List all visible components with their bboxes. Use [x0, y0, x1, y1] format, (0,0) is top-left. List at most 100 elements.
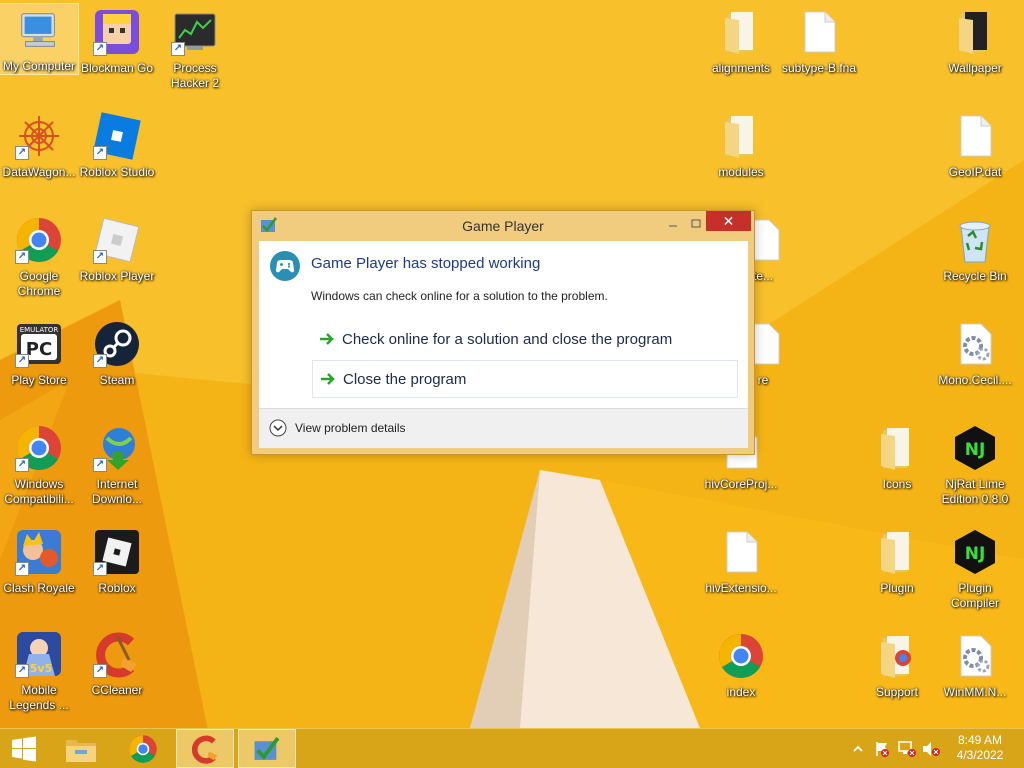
taskbar-file-explorer[interactable] [56, 729, 106, 768]
icon-label: Roblox Studio [79, 165, 155, 179]
desktop-icon-datawagon[interactable]: ↗ DataWagon... [0, 108, 78, 212]
desktop-icon-support-folder[interactable]: Support [858, 628, 936, 732]
shortcut-arrow-icon: ↗ [15, 146, 29, 160]
shortcut-arrow-icon: ↗ [171, 42, 185, 56]
taskbar-chrome[interactable] [118, 729, 168, 768]
icon-label: Roblox [98, 581, 136, 595]
file-icon [804, 11, 836, 53]
clock[interactable]: 8:49 AM 4/3/2022 [940, 733, 1020, 763]
desktop-icon-hivextension[interactable]: hivExtensio... [702, 524, 780, 628]
folder-icon [959, 12, 987, 54]
gamepad-icon [270, 251, 300, 281]
desktop-icon-mobile-legends[interactable]: 5v5 ↗ Mobile Legends ... [0, 626, 78, 730]
desktop-icon-windows-compatibility[interactable]: ↗ Windows Compatibili... [0, 420, 78, 524]
desktop-icon-process-hacker[interactable]: ↗ Process Hacker 2 [156, 4, 234, 108]
desktop-icon-mono-cecil[interactable]: Mono.Cecil.... [936, 316, 1014, 420]
windows-logo-icon [12, 736, 36, 761]
close-program-button[interactable]: Close the program [312, 360, 738, 398]
view-details-toggle[interactable]: View problem details [269, 419, 406, 437]
clock-time: 8:49 AM [957, 733, 1003, 747]
icon-label: WinMM.N... [943, 685, 1007, 699]
maximize-button[interactable] [685, 215, 707, 233]
desktop-icon-steam[interactable]: ↗ Steam [78, 316, 156, 420]
desktop-icon-wallpaper-folder[interactable]: Wallpaper [936, 4, 1014, 108]
desktop-icon-njrat[interactable]: NJ NjRat Lime Edition 0.8.0 [936, 420, 1014, 524]
green-arrow-icon [321, 373, 335, 385]
shortcut-arrow-icon: ↗ [15, 458, 29, 472]
folder-icon [725, 12, 753, 54]
error-heading: Game Player has stopped working [311, 255, 541, 272]
icon-label: Plugin Compiler [950, 581, 999, 610]
icon-label: modules [718, 165, 764, 179]
desktop-icon-plugin-folder[interactable]: Plugin [858, 524, 936, 628]
desktop-icon-google-chrome[interactable]: ↗ Google Chrome [0, 212, 78, 316]
icon-label: Icons [882, 477, 912, 491]
desktop-icon-roblox-studio[interactable]: ↗ Roblox Studio [78, 108, 156, 212]
icon-label: Blockman Go [80, 61, 154, 75]
close-button[interactable]: ✕ [706, 211, 751, 231]
action-center-flag-icon[interactable] [874, 741, 890, 757]
icon-label: Plugin [880, 581, 914, 595]
desktop-icon-subtype-file[interactable]: subtype-B.fna [780, 4, 858, 108]
icon-label: DataWagon... [2, 165, 76, 179]
icon-label: index [726, 685, 756, 699]
icon-label: hivCoreProj... [704, 477, 778, 491]
desktop-icon-icons-folder[interactable]: Icons [858, 420, 936, 524]
shortcut-arrow-icon: ↗ [93, 664, 107, 678]
icon-label: Google Chrome [17, 269, 61, 298]
desktop-icon-index[interactable]: index [702, 628, 780, 732]
taskbar-ccleaner[interactable] [176, 729, 234, 768]
shortcut-arrow-icon: ↗ [93, 146, 107, 160]
minimize-button[interactable] [662, 215, 684, 233]
desktop-icon-clash-royale[interactable]: ↗ Clash Royale [0, 524, 78, 628]
start-button[interactable] [0, 729, 48, 768]
file-icon [960, 115, 992, 157]
desktop-icon-modules-folder[interactable]: modules [702, 108, 780, 212]
chrome-icon [719, 634, 763, 678]
shortcut-arrow-icon: ↗ [15, 562, 29, 576]
dll-file-icon [960, 635, 992, 677]
icon-label: alignments [711, 61, 771, 75]
volume-muted-icon[interactable] [922, 741, 940, 757]
icon-label: Wallpaper [948, 61, 1002, 75]
desktop-icon-ccleaner[interactable]: ↗ CCleaner [78, 626, 156, 730]
icon-label: CCleaner [91, 683, 143, 697]
shortcut-arrow-icon: ↗ [15, 664, 29, 678]
error-subtext: Windows can check online for a solution … [311, 289, 608, 303]
desktop-icon-geoip-file[interactable]: GeoIP.dat [936, 108, 1014, 212]
taskbar-game-player[interactable] [238, 729, 296, 768]
icon-label: Support [875, 685, 919, 699]
njrat-icon: NJ [955, 426, 995, 470]
close-program-label: Close the program [343, 370, 467, 388]
desktop-icon-play-store[interactable]: EMULATOR PC ↗ Play Store [0, 316, 78, 420]
desktop-icon-roblox-player[interactable]: ↗ Roblox Player [78, 212, 156, 316]
desktop-icon-blockman-go[interactable]: ↗ Blockman Go [78, 4, 156, 108]
icon-label: subtype-B.fna [781, 61, 857, 75]
desktop-icon-recycle-bin[interactable]: Recycle Bin [936, 212, 1014, 316]
close-icon: ✕ [722, 212, 735, 229]
check-online-label: Check online for a solution and close th… [342, 330, 673, 348]
clock-date: 4/3/2022 [956, 748, 1004, 762]
dialog-titlebar[interactable]: Game Player ✕ [252, 211, 754, 241]
icon-label: Play Store [11, 373, 67, 387]
chevron-up-icon[interactable] [852, 741, 864, 757]
shortcut-arrow-icon: ↗ [93, 354, 107, 368]
recycle-bin-icon [959, 221, 991, 263]
file-icon [726, 531, 758, 573]
folder-icon [881, 532, 909, 574]
shortcut-arrow-icon: ↗ [15, 250, 29, 264]
desktop-icon-my-computer[interactable]: My Computer [0, 3, 79, 75]
folder-icon [881, 636, 911, 678]
network-icon[interactable] [898, 741, 916, 757]
desktop-icon-internet-download-manager[interactable]: ↗ Internet Downlo... [78, 420, 156, 524]
desktop-icon-plugin-compiler[interactable]: NJ Plugin Compiler [936, 524, 1014, 628]
taskbar: 8:49 AM 4/3/2022 [0, 728, 1024, 768]
desktop-icon-alignments-folder[interactable]: alignments [702, 4, 780, 108]
desktop-icon-winmm[interactable]: WinMM.N... [936, 628, 1014, 732]
icon-label: Roblox Player [79, 269, 155, 283]
check-online-button[interactable]: Check online for a solution and close th… [312, 320, 738, 358]
maximize-icon [691, 219, 701, 228]
icon-label: Mono.Cecil.... [938, 373, 1012, 387]
desktop-icon-roblox[interactable]: ↗ Roblox [78, 524, 156, 628]
icon-label: Recycle Bin [943, 269, 1007, 283]
